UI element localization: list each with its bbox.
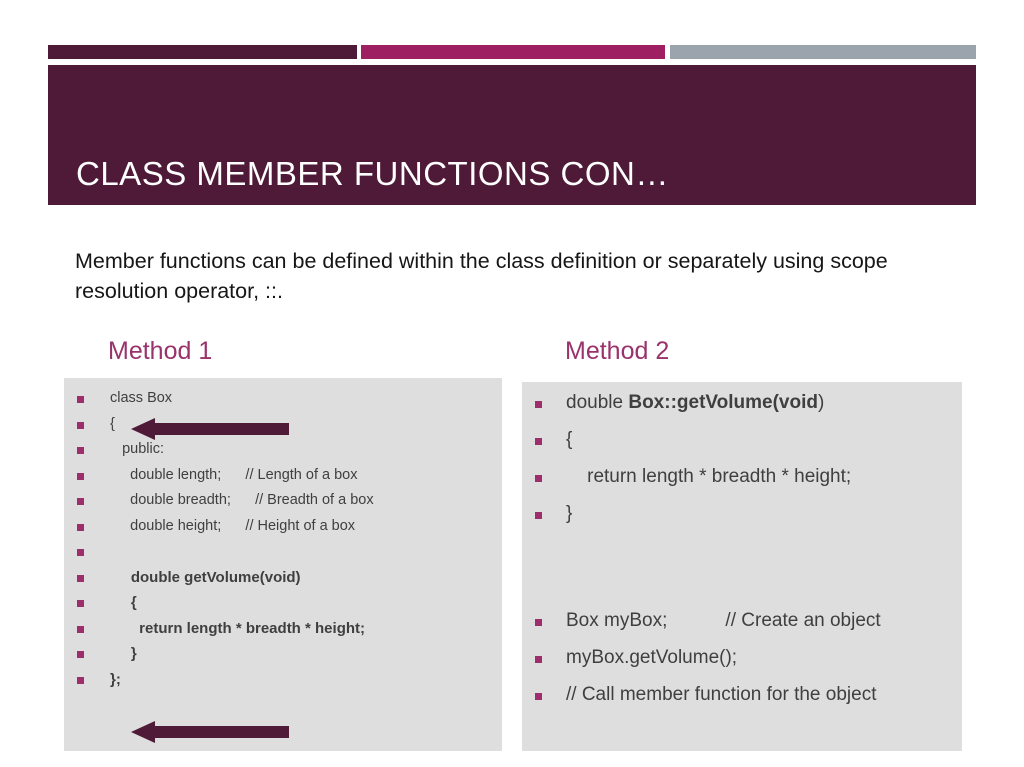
accent-bar-magenta xyxy=(361,45,665,59)
code-line: public: xyxy=(110,441,164,457)
method-1-heading: Method 1 xyxy=(108,337,213,365)
code-line: double breadth; // Breadth of a box xyxy=(110,492,374,508)
code-segment: Box myBox; // Create an object xyxy=(566,610,881,631)
code-line: { xyxy=(110,415,115,432)
code-segment-strong: Box::getVolume(void xyxy=(628,392,818,413)
accent-bar-gray xyxy=(670,45,976,59)
code-segment: // Call member function for the object xyxy=(566,684,877,705)
arrow-shaft xyxy=(149,423,289,435)
code-line: double getVolume(void) xyxy=(110,568,301,586)
accent-bar-dark xyxy=(48,45,357,59)
code-line: { xyxy=(566,429,572,451)
code-line: double length; // Length of a box xyxy=(110,466,358,483)
code-bullet-icon xyxy=(77,498,84,505)
arrow-open-brace xyxy=(131,418,289,440)
code-line: return length * breadth * height; xyxy=(566,466,851,488)
intro-paragraph: Member functions can be defined within t… xyxy=(75,249,888,303)
top-accent-bars xyxy=(0,45,1024,59)
code-line: double Box::getVolume(void) xyxy=(566,392,824,414)
code-line: double height; // Height of a box xyxy=(110,517,356,534)
title-band: CLASS MEMBER FUNCTIONS CON… xyxy=(48,65,976,205)
code-bullet-icon xyxy=(535,656,542,663)
code-segment: return length * breadth * height; xyxy=(566,466,852,487)
code-line: // Call member function for the object xyxy=(566,684,876,706)
code-bullet-icon xyxy=(77,651,84,658)
code-bullet-icon xyxy=(77,625,84,633)
code-bullet-icon xyxy=(77,472,84,480)
method-1-code-panel: class Box { public: double length; // Len… xyxy=(64,378,502,751)
arrow-close-brace xyxy=(131,721,289,743)
code-bullet-icon xyxy=(77,523,84,531)
code-segment: double xyxy=(566,392,629,413)
code-line: return length * breadth * height; xyxy=(110,619,366,637)
page-title: CLASS MEMBER FUNCTIONS CON… xyxy=(76,155,669,192)
method-2-heading: Method 2 xyxy=(565,337,670,365)
arrow-head xyxy=(131,721,155,743)
code-bullet-icon xyxy=(77,421,84,429)
code-bullet-icon xyxy=(77,676,84,684)
code-bullet-icon xyxy=(77,396,84,403)
code-line: class Box xyxy=(110,390,173,406)
code-segment: myBox.getVolume(); xyxy=(566,647,738,668)
code-bullet-icon xyxy=(535,693,542,700)
code-line: } xyxy=(110,645,137,662)
code-line: { xyxy=(110,594,137,611)
code-line: Box myBox; // Create an object xyxy=(566,610,881,632)
code-line: }; xyxy=(110,670,121,688)
code-bullet-icon xyxy=(535,401,542,408)
arrow-head xyxy=(131,418,155,440)
code-bullet-icon xyxy=(535,512,542,519)
code-bullet-icon xyxy=(77,574,84,582)
code-bullet-icon xyxy=(535,475,542,482)
code-bullet-icon xyxy=(535,619,542,626)
code-segment: } xyxy=(566,503,573,524)
code-line: } xyxy=(566,503,572,525)
code-bullet-icon xyxy=(77,447,84,454)
code-bullet-icon xyxy=(77,600,84,607)
code-bullet-icon xyxy=(535,438,542,445)
method-2-code-panel: double Box::getVolume(void){ return leng… xyxy=(522,382,962,751)
code-segment: ) xyxy=(818,392,825,413)
code-segment: { xyxy=(566,429,573,450)
arrow-shaft xyxy=(149,726,289,738)
code-bullet-icon xyxy=(77,549,84,556)
code-line: myBox.getVolume(); xyxy=(566,647,737,669)
